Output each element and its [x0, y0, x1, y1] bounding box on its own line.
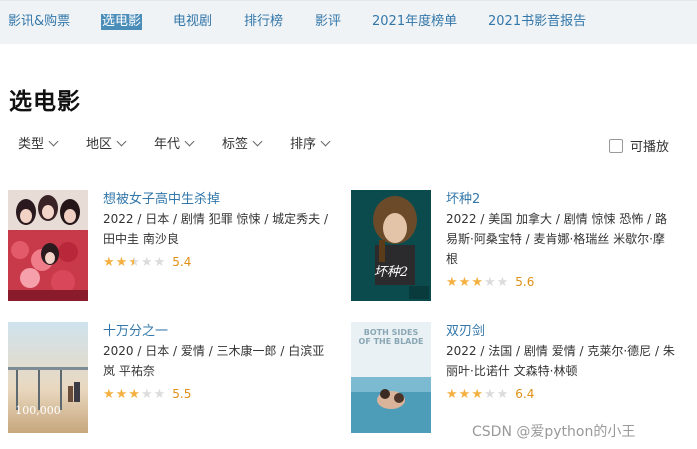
page-title: 选电影 — [9, 89, 81, 115]
chevron-down-icon — [48, 136, 59, 147]
filter-sort[interactable]: 排序 — [290, 136, 331, 153]
star-empty-icon: ★ — [483, 274, 496, 290]
meta-line: 2020 / 日本 / 爱情 / 三木康一郎 / 白滨亚 — [103, 344, 325, 358]
star-icon: ★ — [458, 274, 471, 290]
filter-genre[interactable]: 类型 — [18, 136, 59, 153]
star-half-icon: ★ — [128, 254, 140, 270]
movie-rating: ★ ★ ★ ★ ★ 5.6 — [446, 275, 534, 289]
meta-line: 根 — [446, 252, 459, 266]
nav-item-2021-annual[interactable]: 2021年度榜单 — [372, 14, 457, 30]
star-icon: ★ — [446, 386, 458, 402]
star-icon: ★ — [103, 254, 115, 270]
meta-line: 易斯·阿桑宝特 / 麦肯娜·格瑞丝 米歇尔·摩 — [446, 232, 665, 246]
chevron-down-icon — [184, 136, 195, 147]
playable-checkbox[interactable] — [609, 138, 623, 153]
star-icon: ★ — [103, 386, 115, 402]
playable-toggle[interactable]: 可播放 — [609, 136, 669, 155]
filter-label: 年代 — [154, 137, 181, 152]
meta-line: 2022 / 日本 / 剧情 犯罪 惊悚 / 城定秀夫 / — [103, 212, 329, 226]
poster-title-text: 100,000 — [15, 404, 61, 417]
nav-item-tickets[interactable]: 影讯&购票 — [8, 14, 70, 30]
meta-line: 丽叶·比诺什 文森特·林顿 — [446, 364, 578, 378]
star-empty-icon: ★ — [496, 274, 509, 290]
movie-title-link[interactable]: 双刃剑 — [446, 324, 485, 340]
nav-item-movies[interactable]: 选电影 — [101, 14, 143, 30]
chevron-down-icon — [252, 136, 263, 147]
filter-label: 地区 — [86, 137, 113, 152]
movie-poster[interactable]: BOTH SIDES OF THE BLADE — [351, 322, 431, 433]
poster-image: 100,000 — [8, 322, 88, 433]
star-empty-icon: ★ — [153, 386, 166, 402]
movie-rating: ★ ★ ★ ★ ★ 6.4 — [446, 387, 534, 401]
nav-item-charts[interactable]: 排行榜 — [244, 14, 283, 30]
filter-region[interactable]: 地区 — [86, 136, 127, 153]
meta-line: 岚 平祐奈 — [103, 364, 155, 378]
star-icon: ★ — [115, 254, 128, 270]
movie-title-link[interactable]: 十万分之一 — [103, 324, 168, 340]
movie-poster[interactable]: 100,000 — [8, 322, 88, 433]
meta-line: 2022 / 美国 加拿大 / 剧情 惊悚 恐怖 / 路 — [446, 212, 667, 226]
poster-image: BOTH SIDES OF THE BLADE — [351, 322, 431, 433]
meta-line: 田中圭 南沙良 — [103, 232, 179, 246]
rating-score: 5.4 — [172, 255, 192, 269]
chevron-down-icon — [116, 136, 127, 147]
filter-label: 排序 — [290, 137, 317, 152]
chevron-down-icon — [320, 136, 331, 147]
star-icon: ★ — [471, 274, 483, 290]
filter-label: 标签 — [222, 137, 249, 152]
poster-title-text: 坏种2 — [374, 265, 408, 280]
star-icon: ★ — [446, 274, 458, 290]
star-empty-icon: ★ — [140, 254, 153, 270]
movie-meta: 2022 / 法国 / 剧情 爱情 / 克莱尔·德尼 / 朱 丽叶·比诺什 文森… — [446, 341, 686, 381]
filter-year[interactable]: 年代 — [154, 136, 195, 153]
star-icon: ★ — [471, 386, 483, 402]
top-nav: 影讯&购票 选电影 电视剧 排行榜 影评 2021年度榜单 2021书影音报告 — [0, 0, 697, 44]
star-empty-icon: ★ — [140, 386, 153, 402]
movie-meta: 2022 / 美国 加拿大 / 剧情 惊悚 恐怖 / 路 易斯·阿桑宝特 / 麦… — [446, 209, 686, 269]
star-icon: ★ — [458, 386, 471, 402]
nav-item-2021-report[interactable]: 2021书影音报告 — [488, 14, 586, 30]
movie-poster[interactable] — [8, 190, 88, 301]
star-icon: ★ — [128, 386, 140, 402]
playable-label: 可播放 — [630, 140, 670, 155]
movie-rating: ★ ★ ★ ★ ★ 5.4 — [103, 255, 191, 269]
star-empty-icon: ★ — [153, 254, 166, 270]
movie-meta: 2020 / 日本 / 爱情 / 三木康一郎 / 白滨亚 岚 平祐奈 — [103, 341, 343, 381]
movie-title-link[interactable]: 想被女子高中生杀掉 — [103, 192, 220, 208]
filter-label: 类型 — [18, 137, 45, 152]
star-empty-icon: ★ — [483, 386, 496, 402]
movie-title-link[interactable]: 坏种2 — [446, 192, 480, 208]
meta-line: 2022 / 法国 / 剧情 爱情 / 克莱尔·德尼 / 朱 — [446, 344, 675, 358]
filter-tag[interactable]: 标签 — [222, 136, 263, 153]
watermark: CSDN @爱python的小王 — [472, 424, 636, 440]
poster-image: 坏种2 — [351, 190, 431, 301]
rating-score: 5.6 — [515, 275, 535, 289]
star-icon: ★ — [115, 386, 128, 402]
poster-title-text: BOTH SIDES OF THE BLADE — [358, 328, 424, 346]
movie-rating: ★ ★ ★ ★ ★ 5.5 — [103, 387, 191, 401]
nav-item-reviews[interactable]: 影评 — [315, 14, 341, 30]
movie-meta: 2022 / 日本 / 剧情 犯罪 惊悚 / 城定秀夫 / 田中圭 南沙良 — [103, 209, 343, 249]
rating-score: 5.5 — [172, 387, 192, 401]
movie-poster[interactable]: 坏种2 — [351, 190, 431, 301]
nav-item-tv[interactable]: 电视剧 — [173, 14, 212, 30]
rating-score: 6.4 — [515, 387, 535, 401]
star-empty-icon: ★ — [496, 386, 509, 402]
poster-image — [8, 190, 88, 301]
